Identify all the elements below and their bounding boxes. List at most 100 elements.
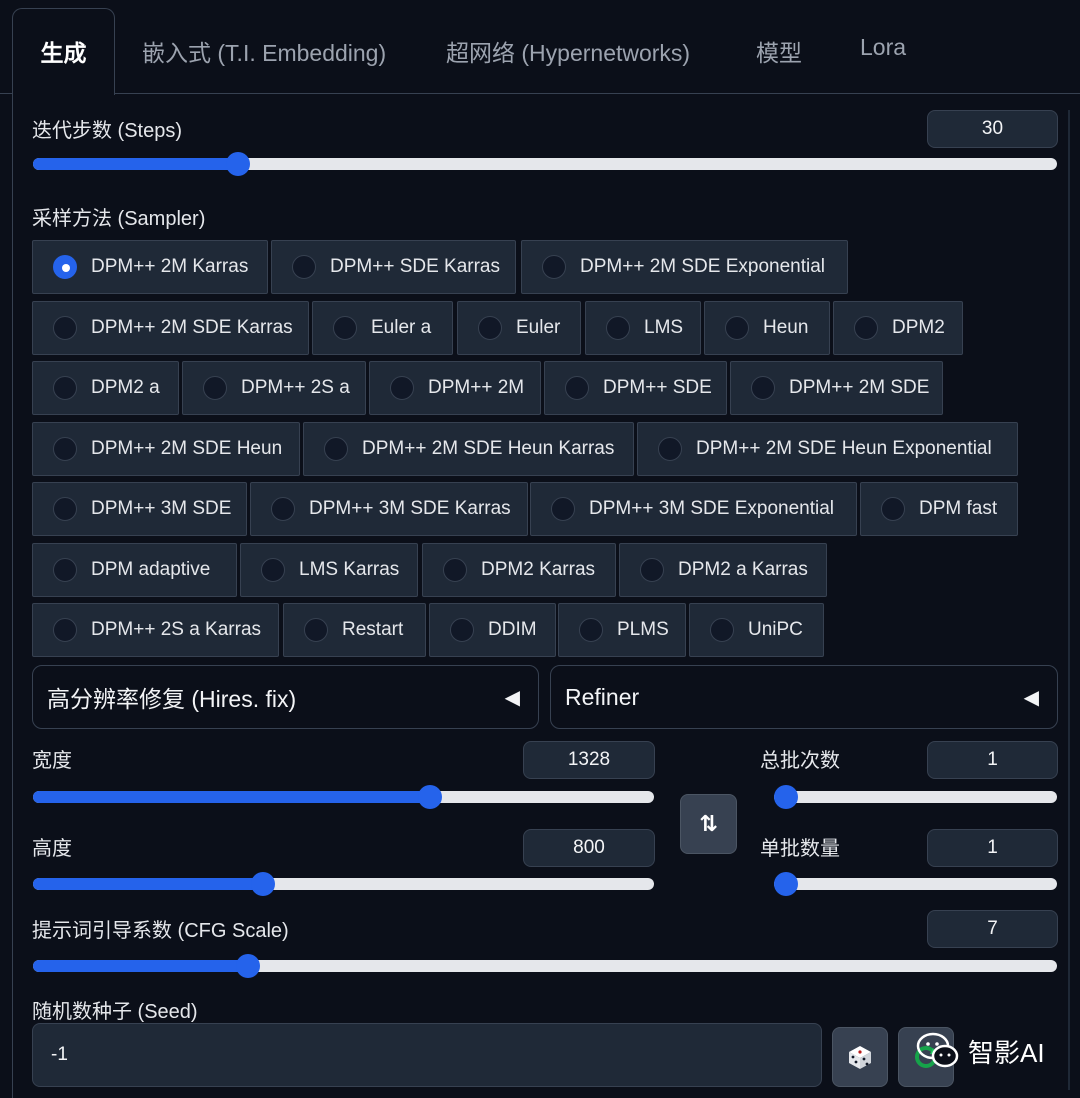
tab-embedding[interactable]: 嵌入式 (T.I. Embedding) bbox=[142, 34, 386, 68]
batch-count-slider-thumb[interactable] bbox=[774, 785, 798, 809]
width-slider[interactable] bbox=[33, 785, 654, 809]
sampler-option[interactable]: LMS bbox=[585, 301, 701, 355]
sampler-option[interactable]: DPM2 Karras bbox=[422, 543, 616, 597]
random-seed-button[interactable] bbox=[832, 1027, 888, 1087]
sampler-option-label: LMS Karras bbox=[299, 559, 400, 580]
height-slider-thumb[interactable] bbox=[250, 872, 275, 896]
sampler-option[interactable]: DPM++ SDE bbox=[544, 361, 727, 415]
tab-generate[interactable]: 生成 bbox=[12, 8, 115, 95]
radio-button[interactable] bbox=[324, 437, 348, 461]
sampler-option[interactable]: DPM adaptive bbox=[32, 543, 237, 597]
radio-button[interactable] bbox=[854, 316, 878, 340]
width-number-input[interactable]: 1328 bbox=[523, 741, 655, 779]
sampler-option-label: DPM++ 3M SDE Exponential bbox=[589, 498, 835, 519]
sampler-option[interactable]: DPM++ 2M bbox=[369, 361, 541, 415]
sampler-option-label: DPM++ SDE Karras bbox=[330, 256, 500, 277]
sampler-option[interactable]: DPM++ 2M SDE bbox=[730, 361, 943, 415]
sampler-option[interactable]: DPM++ 2M SDE Exponential bbox=[521, 240, 848, 294]
radio-button[interactable] bbox=[710, 618, 734, 642]
refiner-label: Refiner bbox=[565, 683, 640, 710]
sampler-option[interactable]: DPM2 bbox=[833, 301, 963, 355]
sampler-option[interactable]: PLMS bbox=[558, 603, 686, 657]
sampler-option[interactable]: DPM++ 2M SDE Karras bbox=[32, 301, 309, 355]
caret-left-icon: ◀ bbox=[504, 686, 520, 709]
radio-button[interactable] bbox=[203, 376, 227, 400]
radio-button[interactable] bbox=[542, 255, 566, 279]
radio-button[interactable] bbox=[478, 316, 502, 340]
radio-button[interactable] bbox=[53, 558, 77, 582]
seed-input[interactable]: -1 bbox=[32, 1023, 822, 1087]
radio-button[interactable] bbox=[450, 618, 474, 642]
steps-slider[interactable] bbox=[33, 152, 1057, 176]
sampler-option[interactable]: Euler bbox=[457, 301, 581, 355]
sampler-option-label: PLMS bbox=[617, 619, 669, 640]
sampler-option[interactable]: DPM++ 2S a bbox=[182, 361, 366, 415]
sampler-option[interactable]: DDIM bbox=[429, 603, 556, 657]
sampler-option[interactable]: DPM++ 3M SDE bbox=[32, 482, 247, 536]
sampler-option[interactable]: DPM++ 2M SDE Heun Karras bbox=[303, 422, 634, 476]
batch-size-number-input[interactable]: 1 bbox=[927, 829, 1058, 867]
sampler-option[interactable]: Restart bbox=[283, 603, 426, 657]
sampler-option-label: DPM adaptive bbox=[91, 559, 211, 580]
radio-button[interactable] bbox=[725, 316, 749, 340]
batch-size-slider[interactable] bbox=[774, 872, 1057, 896]
radio-button[interactable] bbox=[606, 316, 630, 340]
radio-button[interactable] bbox=[271, 497, 295, 521]
radio-button[interactable] bbox=[304, 618, 328, 642]
radio-button[interactable] bbox=[579, 618, 603, 642]
cfg-scale-number-input[interactable]: 7 bbox=[927, 910, 1058, 948]
height-label: 高度 bbox=[32, 838, 72, 860]
radio-button[interactable] bbox=[53, 376, 77, 400]
batch-count-number-input[interactable]: 1 bbox=[927, 741, 1058, 779]
radio-button[interactable] bbox=[53, 437, 77, 461]
steps-slider-thumb[interactable] bbox=[225, 152, 250, 176]
radio-button[interactable] bbox=[658, 437, 682, 461]
radio-button[interactable] bbox=[292, 255, 316, 279]
radio-button[interactable] bbox=[551, 497, 575, 521]
radio-button[interactable] bbox=[53, 255, 77, 279]
batch-size-slider-thumb[interactable] bbox=[774, 872, 798, 896]
sampler-option[interactable]: DPM++ 2M SDE Heun Exponential bbox=[637, 422, 1018, 476]
sampler-option[interactable]: DPM++ 2S a Karras bbox=[32, 603, 279, 657]
sampler-option[interactable]: LMS Karras bbox=[240, 543, 418, 597]
batch-count-slider[interactable] bbox=[774, 785, 1057, 809]
radio-button[interactable] bbox=[751, 376, 775, 400]
sampler-option[interactable]: DPM++ 2M Karras bbox=[32, 240, 268, 294]
swap-dimensions-button[interactable]: ⇅ bbox=[680, 794, 737, 854]
tab-models[interactable]: 模型 bbox=[756, 34, 802, 68]
sampler-option[interactable]: Euler a bbox=[312, 301, 453, 355]
sampler-option[interactable]: DPM++ 3M SDE Karras bbox=[250, 482, 528, 536]
radio-button[interactable] bbox=[53, 618, 77, 642]
hires-fix-accordion[interactable]: 高分辨率修复 (Hires. fix) ◀ bbox=[32, 665, 539, 729]
radio-button[interactable] bbox=[443, 558, 467, 582]
tab-lora[interactable]: Lora bbox=[860, 34, 906, 61]
sampler-option[interactable]: Heun bbox=[704, 301, 830, 355]
radio-button[interactable] bbox=[261, 558, 285, 582]
height-slider[interactable] bbox=[33, 872, 654, 896]
sampler-option[interactable]: DPM fast bbox=[860, 482, 1018, 536]
cfg-scale-slider-thumb[interactable] bbox=[236, 954, 261, 978]
sampler-option[interactable]: DPM2 a bbox=[32, 361, 179, 415]
cfg-scale-slider[interactable] bbox=[33, 954, 1057, 978]
batch-count-label: 总批次数 bbox=[760, 750, 840, 772]
radio-button[interactable] bbox=[390, 376, 414, 400]
sampler-option-label: Euler bbox=[516, 317, 561, 338]
radio-button[interactable] bbox=[640, 558, 664, 582]
radio-button[interactable] bbox=[565, 376, 589, 400]
height-number-input[interactable]: 800 bbox=[523, 829, 655, 867]
sampler-option[interactable]: UniPC bbox=[689, 603, 824, 657]
sampler-option[interactable]: DPM++ SDE Karras bbox=[271, 240, 516, 294]
sampler-option[interactable]: DPM++ 2M SDE Heun bbox=[32, 422, 300, 476]
sampler-option[interactable]: DPM2 a Karras bbox=[619, 543, 827, 597]
steps-number-input[interactable]: 30 bbox=[927, 110, 1058, 148]
radio-button[interactable] bbox=[53, 316, 77, 340]
refiner-accordion[interactable]: Refiner ◀ bbox=[550, 665, 1058, 729]
sampler-option-label: DPM2 a Karras bbox=[678, 559, 808, 580]
tab-hypernetworks[interactable]: 超网络 (Hypernetworks) bbox=[446, 34, 690, 68]
radio-button[interactable] bbox=[333, 316, 357, 340]
sampler-option[interactable]: DPM++ 3M SDE Exponential bbox=[530, 482, 857, 536]
radio-button[interactable] bbox=[881, 497, 905, 521]
tab-bar: 生成 嵌入式 (T.I. Embedding) 超网络 (Hypernetwor… bbox=[0, 0, 1080, 95]
radio-button[interactable] bbox=[53, 497, 77, 521]
dice-icon bbox=[849, 1046, 871, 1069]
